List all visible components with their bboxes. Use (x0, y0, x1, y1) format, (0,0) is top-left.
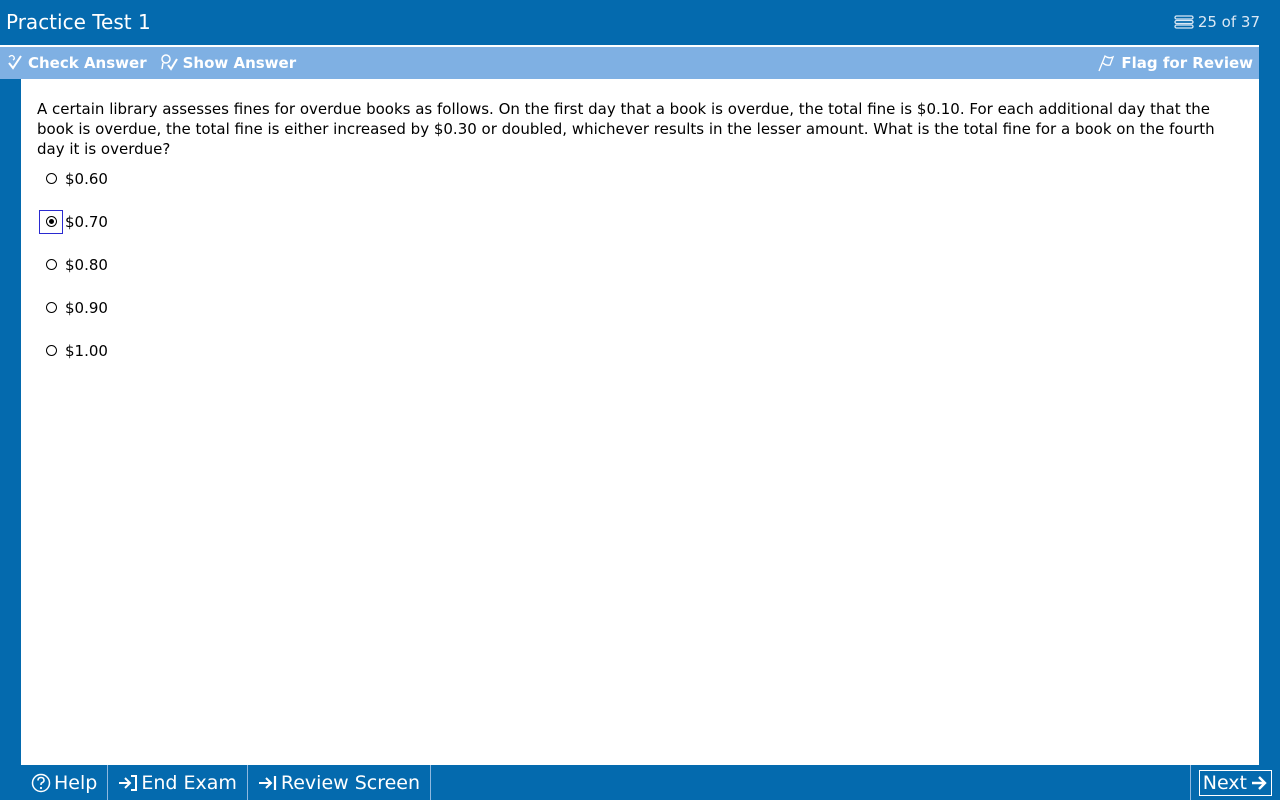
show-answer-icon (159, 53, 179, 73)
show-answer-button[interactable]: Show Answer (153, 47, 303, 79)
radio-button[interactable] (45, 216, 57, 227)
answer-choice[interactable]: $0.70 (39, 200, 108, 243)
title-bar: Practice Test 1 25 of 37 (0, 0, 1280, 45)
show-answer-label: Show Answer (182, 54, 297, 72)
check-answer-label: Check Answer (28, 54, 147, 72)
flag-for-review-label: Flag for Review (1121, 54, 1253, 72)
help-icon (31, 773, 51, 793)
answer-choice[interactable]: $0.90 (39, 286, 108, 329)
next-button[interactable]: Next (1189, 765, 1280, 800)
end-exam-button[interactable]: End Exam (108, 765, 248, 800)
answer-choice[interactable]: $0.80 (39, 243, 108, 286)
answer-choices: $0.60 $0.70 $0.80 $0.90 $1.00 (39, 157, 108, 372)
choice-label: $1.00 (65, 341, 108, 360)
choice-label: $0.90 (65, 298, 108, 317)
check-answer-icon (6, 53, 24, 73)
choice-label: $0.60 (65, 169, 108, 188)
end-exam-label: End Exam (141, 771, 237, 794)
review-screen-icon (258, 774, 278, 792)
stack-icon (1174, 15, 1194, 29)
progress-text: 25 of 37 (1197, 13, 1260, 31)
review-screen-label: Review Screen (280, 771, 421, 794)
toolbar: Check Answer Show Answer Flag for Review (0, 45, 1259, 79)
radio-button[interactable] (45, 173, 57, 184)
page-title: Practice Test 1 (6, 10, 151, 34)
choice-label: $0.80 (65, 255, 108, 274)
review-screen-button[interactable]: Review Screen (248, 765, 432, 800)
flag-for-review-button[interactable]: Flag for Review (1091, 47, 1259, 79)
answer-choice[interactable]: $1.00 (39, 329, 108, 372)
check-answer-button[interactable]: Check Answer (0, 47, 153, 79)
answer-choice[interactable]: $0.60 (39, 157, 108, 200)
radio-button[interactable] (45, 345, 57, 356)
help-button[interactable]: Help (21, 765, 109, 800)
next-label: Next (1202, 771, 1247, 794)
question-panel: A certain library assesses fines for ove… (21, 79, 1259, 765)
footer-bar: Help End Exam Review Screen Next (21, 765, 1280, 800)
arrow-right-icon (1250, 774, 1268, 792)
choice-label: $0.70 (65, 212, 108, 231)
question-text: A certain library assesses fines for ove… (37, 100, 1215, 158)
radio-button[interactable] (45, 302, 57, 313)
help-label: Help (54, 771, 98, 794)
question-progress: 25 of 37 (1174, 13, 1260, 31)
flag-icon (1097, 53, 1117, 73)
radio-button[interactable] (45, 259, 57, 270)
end-exam-icon (118, 774, 138, 792)
